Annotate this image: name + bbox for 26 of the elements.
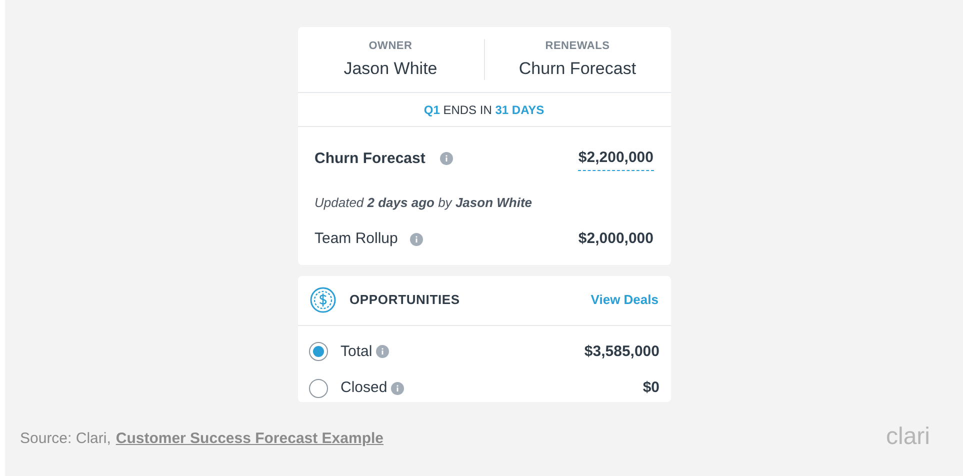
row-value: $0 bbox=[642, 378, 660, 398]
forecast-label: Churn Forecast bbox=[314, 148, 426, 168]
column-label: OWNER bbox=[368, 38, 412, 54]
rollup-value: $2,000,000 bbox=[578, 229, 654, 249]
section-title: OPPORTUNITIES bbox=[350, 291, 460, 310]
info-icon bbox=[440, 152, 454, 166]
updated-note: Updated 2 days ago by Jason White bbox=[314, 194, 534, 212]
source-link[interactable]: Customer Success Forecast Example bbox=[116, 428, 384, 450]
row-label: Closed bbox=[340, 378, 388, 398]
quarter-end-text: Q1 ENDS IN 31 DAYS bbox=[424, 102, 544, 118]
radio-button[interactable] bbox=[308, 378, 328, 398]
clari-logo: clari bbox=[886, 422, 930, 452]
forecast-value[interactable]: $2,200,000 bbox=[578, 147, 654, 170]
info-icon bbox=[391, 382, 404, 395]
column-label: RENEWALS bbox=[545, 38, 610, 54]
view-deals-link[interactable]: View Deals bbox=[590, 290, 658, 310]
info-icon bbox=[410, 232, 423, 246]
row-label: Total bbox=[340, 342, 372, 362]
rollup-label: Team Rollup bbox=[314, 229, 398, 249]
source-label: Source: Clari, bbox=[20, 428, 111, 448]
column-value: Jason White bbox=[344, 58, 438, 80]
info-icon bbox=[376, 345, 390, 358]
radio-button[interactable] bbox=[308, 342, 328, 362]
column-value: Churn Forecast bbox=[518, 58, 636, 80]
row-value: $3,585,000 bbox=[584, 342, 660, 362]
dollar-coin-icon bbox=[310, 287, 336, 313]
